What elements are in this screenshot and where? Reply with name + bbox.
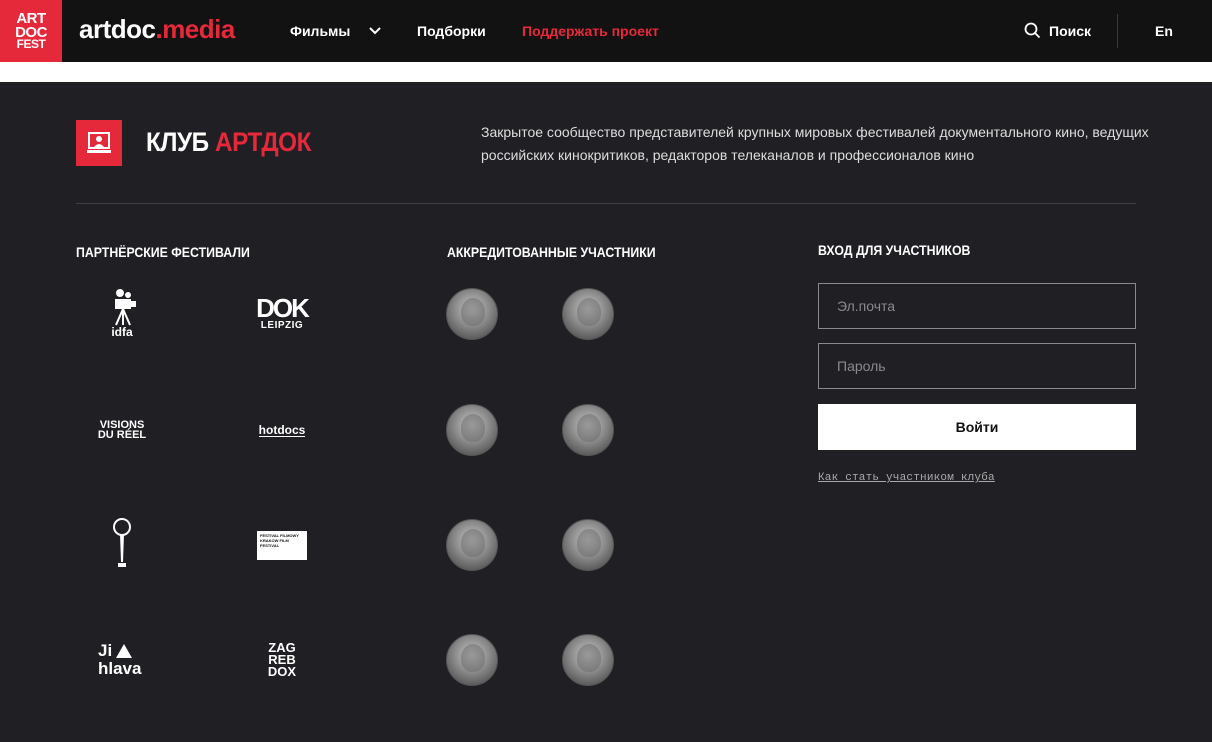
- section-divider: [76, 203, 1136, 204]
- login-heading: ВХОД ДЛЯ УЧАСТНИКОВ: [818, 242, 971, 258]
- white-strip: [0, 62, 1212, 82]
- member-avatar[interactable]: [562, 288, 614, 340]
- member-avatar[interactable]: [446, 288, 498, 340]
- password-field[interactable]: [818, 343, 1136, 389]
- chevron-down-icon[interactable]: [368, 24, 382, 38]
- club-title-red: АРТДОК: [214, 127, 312, 157]
- nav-films[interactable]: Фильмы: [290, 23, 350, 39]
- dok-label: DOK: [256, 292, 310, 323]
- login-button[interactable]: Войти: [818, 404, 1136, 450]
- language-switch[interactable]: En: [1155, 23, 1173, 39]
- festival-logo-visions-du-reel[interactable]: VISIONS DU RÉEL: [82, 400, 162, 460]
- header-divider: [1117, 14, 1118, 48]
- statuette-icon: [113, 518, 131, 567]
- club-section: КЛУБ АРТДОК Закрытое сообщество представ…: [0, 82, 1212, 742]
- festival-logo-dok-leipzig[interactable]: DOK LEIPZIG: [242, 283, 322, 343]
- member-avatar[interactable]: [446, 519, 498, 571]
- club-title-white: КЛУБ: [146, 127, 209, 157]
- club-title: КЛУБ АРТДОК: [146, 127, 311, 158]
- members-heading: АККРЕДИТОВАННЫЕ УЧАСТНИКИ: [447, 244, 656, 260]
- festival-logo-hotdocs[interactable]: hotdocs: [242, 400, 322, 460]
- club-icon: [76, 120, 122, 166]
- monitor-person-icon: [87, 132, 111, 153]
- brand-suffix: .media: [155, 14, 235, 44]
- logo-line-3: FEST: [16, 37, 46, 52]
- artdocfest-logo[interactable]: ART DOC FEST: [0, 0, 62, 62]
- member-avatar[interactable]: [562, 519, 614, 571]
- hotdocs-label: hotdocs: [258, 422, 306, 437]
- festival-logo-jihlava[interactable]: Ji hlava: [82, 630, 162, 690]
- festival-logo-statuette[interactable]: [82, 515, 162, 575]
- nav-support-project[interactable]: Поддержать проект: [522, 23, 659, 39]
- du-reel-label: DU RÉEL: [97, 429, 147, 441]
- idfa-label: idfa: [111, 325, 133, 339]
- member-avatar[interactable]: [562, 634, 614, 686]
- member-avatar[interactable]: [562, 404, 614, 456]
- brand-main: artdoc: [79, 14, 156, 44]
- nav-collections[interactable]: Подборки: [417, 23, 486, 39]
- top-navigation-bar: ART DOC FEST artdoc.media Фильмы Подборк…: [0, 0, 1212, 62]
- jihlava-top-label: Ji: [98, 641, 113, 660]
- club-description: Закрытое сообщество представителей крупн…: [481, 124, 1149, 163]
- triangle-icon: [116, 644, 133, 658]
- member-avatar[interactable]: [446, 634, 498, 686]
- leipzig-label: LEIPZIG: [260, 319, 304, 331]
- brand-link[interactable]: artdoc.media: [79, 14, 235, 45]
- how-to-join-link[interactable]: Как стать участником клуба: [818, 472, 995, 484]
- dox-label: DOX: [267, 664, 297, 679]
- search-icon: [1024, 22, 1041, 39]
- jihlava-bottom-label: hlava: [98, 659, 142, 678]
- partners-heading: ПАРТНЁРСКИЕ ФЕСТИВАЛИ: [76, 244, 250, 260]
- member-avatar[interactable]: [446, 404, 498, 456]
- festival-logo-krakow[interactable]: FESTIVAL FILMOWY KRAKOW FILM FESTIVAL: [242, 515, 322, 575]
- search-label: Поиск: [1049, 22, 1092, 39]
- search-button[interactable]: Поиск: [1024, 22, 1091, 39]
- festival-logo-idfa[interactable]: idfa: [82, 283, 162, 343]
- email-field[interactable]: [818, 283, 1136, 329]
- festival-logo-zagrebdox[interactable]: ZAG REB DOX: [242, 630, 322, 690]
- krakow-label: FESTIVAL FILMOWY KRAKOW FILM FESTIVAL: [257, 530, 307, 560]
